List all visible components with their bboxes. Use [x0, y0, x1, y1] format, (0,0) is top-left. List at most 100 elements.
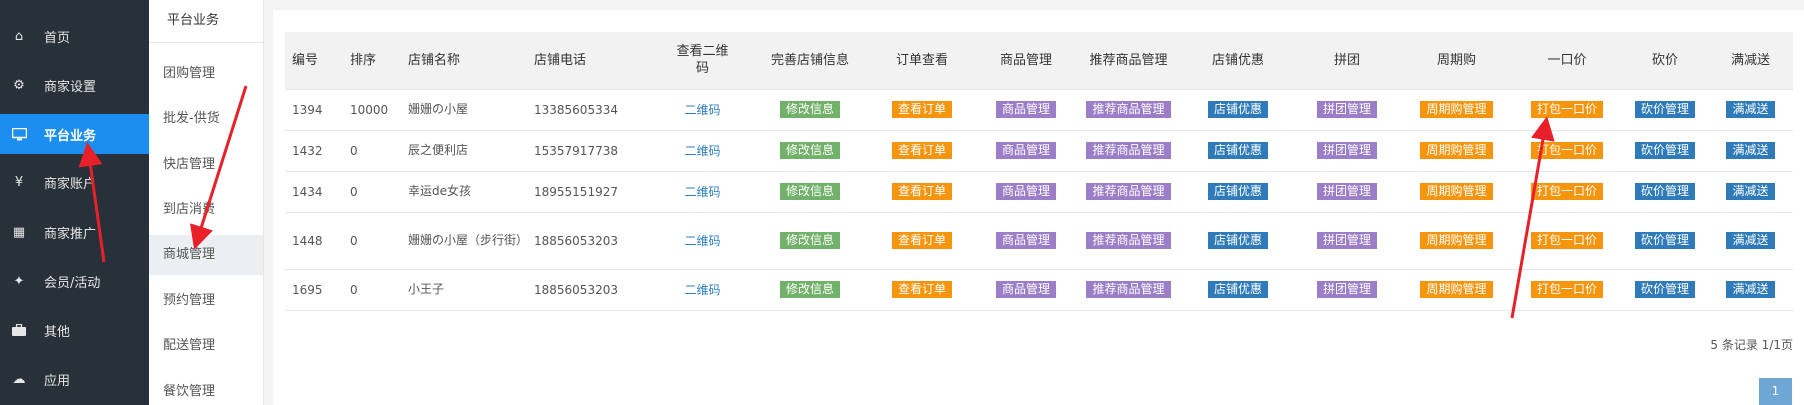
recommend-manage-button[interactable]: 推荐商品管理: [1086, 101, 1171, 118]
qrcode-link[interactable]: 二维码: [684, 103, 720, 117]
cell-recommend: 推荐商品管理: [1074, 170, 1183, 212]
cell-phone: 13385605334: [527, 88, 651, 130]
store-coupon-button[interactable]: 店铺优惠: [1207, 232, 1268, 249]
qrcode-link[interactable]: 二维码: [684, 144, 720, 158]
period-manage-button[interactable]: 周期购管理: [1420, 183, 1493, 200]
bargain-manage-button[interactable]: 砍价管理: [1634, 232, 1695, 249]
edit-info-button[interactable]: 修改信息: [779, 183, 840, 200]
discount-button[interactable]: 满减送: [1726, 281, 1775, 298]
qrcode-link[interactable]: 二维码: [684, 234, 720, 248]
period-manage-button[interactable]: 周期购管理: [1420, 281, 1493, 298]
group-manage-button[interactable]: 拼团管理: [1316, 183, 1377, 200]
view-orders-button[interactable]: 查看订单: [891, 232, 952, 249]
cell-goods: 商品管理: [978, 170, 1074, 212]
discount-button[interactable]: 满减送: [1726, 183, 1775, 200]
edit-info-button[interactable]: 修改信息: [779, 101, 840, 118]
recommend-manage-button[interactable]: 推荐商品管理: [1086, 142, 1171, 159]
group-manage-button[interactable]: 拼团管理: [1316, 232, 1377, 249]
sidebar-item-platform-business[interactable]: 平台业务: [0, 114, 149, 154]
qrcode-icon: ▦: [12, 224, 26, 240]
view-orders-button[interactable]: 查看订单: [891, 281, 952, 298]
cell-orders: 查看订单: [866, 170, 978, 212]
cell-coupon: 店铺优惠: [1183, 129, 1293, 171]
cell-goods: 商品管理: [978, 268, 1074, 311]
bargain-manage-button[interactable]: 砍价管理: [1634, 281, 1695, 298]
sidebar-item-apps[interactable]: ☁ 应用: [0, 359, 149, 399]
submenu-item-catering[interactable]: 餐饮管理: [149, 372, 263, 405]
discount-button[interactable]: 满减送: [1726, 232, 1775, 249]
discount-button[interactable]: 满减送: [1726, 101, 1775, 118]
fixed-price-button[interactable]: 打包一口价: [1530, 183, 1603, 200]
period-manage-button[interactable]: 周期购管理: [1420, 142, 1493, 159]
sidebar-item-merchant-promotion[interactable]: ▦ 商家推广: [0, 212, 149, 252]
cell-recommend: 推荐商品管理: [1074, 268, 1183, 311]
sidebar-item-merchant-settings[interactable]: ⚙ 商家设置: [0, 65, 149, 105]
sidebar-item-other[interactable]: 其他: [0, 310, 149, 350]
goods-manage-button[interactable]: 商品管理: [995, 232, 1056, 249]
fixed-price-button[interactable]: 打包一口价: [1530, 232, 1603, 249]
col-header-phone: 店铺电话: [527, 32, 651, 89]
cell-qrcode: 二维码: [651, 211, 754, 269]
cell-qrcode: 二维码: [651, 170, 754, 212]
col-header-orders: 订单查看: [866, 32, 978, 89]
goods-manage-button[interactable]: 商品管理: [995, 101, 1056, 118]
fixed-price-button[interactable]: 打包一口价: [1530, 101, 1603, 118]
col-header-bargain: 砍价: [1622, 32, 1708, 89]
edit-info-button[interactable]: 修改信息: [779, 281, 840, 298]
view-orders-button[interactable]: 查看订单: [891, 183, 952, 200]
qrcode-link[interactable]: 二维码: [684, 185, 720, 199]
cell-store-name: 姗姗の小屋（步行街）: [401, 211, 528, 269]
submenu-item-booking[interactable]: 预约管理: [149, 281, 263, 321]
cell-recommend: 推荐商品管理: [1074, 129, 1183, 171]
cell-fixed-price: 打包一口价: [1512, 170, 1622, 212]
wand-icon: ✦: [13, 273, 25, 289]
submenu-item-groupbuy[interactable]: 团购管理: [149, 54, 263, 94]
store-coupon-button[interactable]: 店铺优惠: [1207, 183, 1268, 200]
qrcode-link[interactable]: 二维码: [684, 283, 720, 297]
submenu-item-delivery[interactable]: 配送管理: [149, 326, 263, 366]
period-manage-button[interactable]: 周期购管理: [1420, 101, 1493, 118]
recommend-manage-button[interactable]: 推荐商品管理: [1086, 183, 1171, 200]
cell-sort: 10000: [343, 88, 401, 130]
recommend-manage-button[interactable]: 推荐商品管理: [1086, 232, 1171, 249]
submenu-item-instore[interactable]: 到店消费: [149, 190, 263, 230]
group-manage-button[interactable]: 拼团管理: [1316, 281, 1377, 298]
fixed-price-button[interactable]: 打包一口价: [1530, 142, 1603, 159]
pager-page-button[interactable]: 1: [1759, 378, 1792, 405]
bargain-manage-button[interactable]: 砍价管理: [1634, 142, 1695, 159]
edit-info-button[interactable]: 修改信息: [779, 232, 840, 249]
bargain-manage-button[interactable]: 砍价管理: [1634, 101, 1695, 118]
sidebar-item-merchant-account[interactable]: ¥ 商家账户: [0, 162, 149, 202]
sidebar-item-members-activities[interactable]: ✦ 会员/活动: [0, 261, 149, 301]
cell-period: 周期购管理: [1401, 211, 1512, 269]
cell-bargain: 砍价管理: [1622, 129, 1708, 171]
submenu-item-mall[interactable]: 商城管理: [149, 235, 263, 275]
fixed-price-button[interactable]: 打包一口价: [1530, 281, 1603, 298]
cell-qrcode: 二维码: [651, 129, 754, 171]
submenu-title: 平台业务: [149, 0, 263, 43]
submenu-item-quickshop[interactable]: 快店管理: [149, 145, 263, 185]
edit-info-button[interactable]: 修改信息: [779, 142, 840, 159]
view-orders-button[interactable]: 查看订单: [891, 142, 952, 159]
submenu-item-wholesale[interactable]: 批发-供货: [149, 99, 263, 139]
bargain-manage-button[interactable]: 砍价管理: [1634, 183, 1695, 200]
group-manage-button[interactable]: 拼团管理: [1316, 142, 1377, 159]
cell-bargain: 砍价管理: [1622, 268, 1708, 311]
store-coupon-button[interactable]: 店铺优惠: [1207, 281, 1268, 298]
store-coupon-button[interactable]: 店铺优惠: [1207, 142, 1268, 159]
cell-phone: 18955151927: [527, 170, 651, 212]
sidebar-item-home[interactable]: ⌂ 首页: [0, 16, 149, 56]
goods-manage-button[interactable]: 商品管理: [995, 281, 1056, 298]
discount-button[interactable]: 满减送: [1726, 142, 1775, 159]
sidebar-item-label: 应用: [44, 373, 71, 389]
cell-orders: 查看订单: [866, 211, 978, 269]
recommend-manage-button[interactable]: 推荐商品管理: [1086, 281, 1171, 298]
view-orders-button[interactable]: 查看订单: [891, 101, 952, 118]
col-header-recommend: 推荐商品管理: [1074, 32, 1183, 89]
goods-manage-button[interactable]: 商品管理: [995, 142, 1056, 159]
store-coupon-button[interactable]: 店铺优惠: [1207, 101, 1268, 118]
group-manage-button[interactable]: 拼团管理: [1316, 101, 1377, 118]
period-manage-button[interactable]: 周期购管理: [1420, 232, 1493, 249]
goods-manage-button[interactable]: 商品管理: [995, 183, 1056, 200]
cell-bargain: 砍价管理: [1622, 170, 1708, 212]
